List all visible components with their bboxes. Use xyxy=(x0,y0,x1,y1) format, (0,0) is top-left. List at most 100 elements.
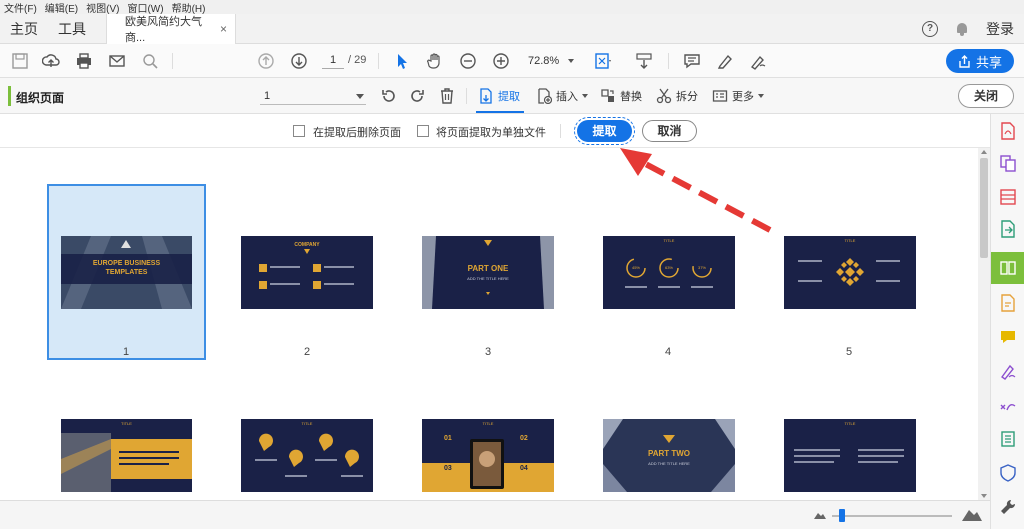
page-thumbnail-3[interactable]: PART ONE ADD THE TITLE HERE xyxy=(422,236,554,309)
tab-tools[interactable]: 工具 xyxy=(48,19,96,39)
zoom-large-thumbnails-icon[interactable] xyxy=(962,507,982,521)
rotate-right-icon[interactable] xyxy=(408,87,426,105)
slide-1-title: EUROPE BUSINESS xyxy=(92,260,161,267)
rotate-left-icon[interactable] xyxy=(380,87,398,105)
page-thumbnail-10[interactable]: TITLE xyxy=(784,419,916,492)
fill-sign-icon[interactable] xyxy=(999,362,1017,380)
extract-tool[interactable]: 提取 xyxy=(478,87,520,105)
request-signatures-icon[interactable] xyxy=(999,396,1017,414)
page-thumbnail-4[interactable]: TITLE 45% 63% 37% xyxy=(603,236,735,309)
page-thumbnail-7[interactable]: TITLE xyxy=(241,419,373,492)
slide-4-stat-1: 45% xyxy=(631,265,640,270)
cloud-upload-icon[interactable] xyxy=(42,52,60,70)
share-icon xyxy=(959,54,970,68)
page-number-1: 1 xyxy=(122,346,130,358)
thumbnail-size-slider[interactable] xyxy=(832,515,952,517)
slide-6-graphics xyxy=(61,433,192,492)
mail-icon[interactable] xyxy=(108,52,126,70)
page-thumbnail-2[interactable]: COMPANY xyxy=(241,236,373,309)
page-thumbnail-1[interactable]: EUROPE BUSINESS TEMPLATES xyxy=(61,236,192,309)
protect-shield-icon[interactable] xyxy=(999,464,1017,482)
create-pdf-icon[interactable] xyxy=(999,122,1017,140)
zoom-in-icon[interactable] xyxy=(492,52,510,70)
split-tool-label: 拆分 xyxy=(676,91,698,103)
zoom-small-thumbnails-icon[interactable] xyxy=(814,511,826,519)
export-pdf-icon[interactable] xyxy=(999,220,1017,238)
menu-file[interactable]: 文件(F) xyxy=(4,0,37,15)
thumbnail-size-slider-handle[interactable] xyxy=(839,509,845,522)
page-thumbnail-9[interactable]: PART TWO ADD THE TITLE HERE xyxy=(603,419,735,492)
close-tab-icon[interactable]: × xyxy=(220,22,227,36)
tab-document[interactable]: 欧美风简约大气商... × xyxy=(106,14,236,44)
page-range-select[interactable]: 1 xyxy=(260,87,366,105)
comment-tool-icon[interactable] xyxy=(999,328,1017,346)
slide-7-graphics xyxy=(255,433,363,477)
sign-icon[interactable] xyxy=(749,52,767,70)
delete-after-extract-label: 在提取后删除页面 xyxy=(313,127,401,139)
page-number-2: 2 xyxy=(303,346,311,358)
menu-edit[interactable]: 编辑(E) xyxy=(45,0,78,15)
slide-5-graphics xyxy=(798,258,900,286)
delete-after-extract-checkbox[interactable] xyxy=(293,125,305,137)
slide-4-graphics xyxy=(625,258,713,288)
page-range-value: 1 xyxy=(264,90,271,102)
bell-icon[interactable] xyxy=(956,22,968,36)
save-icon[interactable] xyxy=(11,52,29,70)
close-organize-button[interactable]: 关闭 xyxy=(958,84,1014,108)
select-cursor-icon[interactable] xyxy=(393,52,411,70)
slide-1-title-2: TEMPLATES xyxy=(105,269,148,276)
vertical-scrollbar[interactable] xyxy=(978,148,990,500)
thumbnail-zoom-bar xyxy=(0,500,990,529)
search-icon[interactable] xyxy=(141,52,159,70)
split-tool[interactable]: 拆分 xyxy=(656,87,698,105)
tab-home[interactable]: 主页 xyxy=(0,19,48,39)
highlight-pen-icon[interactable] xyxy=(716,52,734,70)
more-tool[interactable]: 更多 xyxy=(712,87,764,105)
insert-tool[interactable]: 插入 xyxy=(536,87,588,105)
slide-8-num-3: 03 xyxy=(444,465,452,472)
combine-files-icon[interactable] xyxy=(999,154,1017,172)
extract-options-bar: 在提取后删除页面 将页面提取为单独文件 提取 取消 xyxy=(0,114,990,148)
wrench-icon[interactable] xyxy=(999,498,1017,516)
share-button[interactable]: 共享 xyxy=(946,49,1014,73)
toolbar-divider xyxy=(172,53,173,69)
compress-pdf-icon[interactable] xyxy=(999,430,1017,448)
zoom-level-select[interactable]: 72.8% xyxy=(524,52,576,70)
page-thumbnail-5[interactable]: TITLE xyxy=(784,236,916,309)
organize-layout-icon[interactable] xyxy=(999,188,1017,206)
organize-pages-icon[interactable] xyxy=(999,259,1017,277)
scrollbar-thumb[interactable] xyxy=(980,158,988,258)
replace-tool[interactable]: 替换 xyxy=(600,87,642,105)
help-icon[interactable]: ? xyxy=(922,21,938,37)
print-icon[interactable] xyxy=(75,52,93,70)
insert-tool-label: 插入 xyxy=(556,91,578,103)
delete-icon[interactable] xyxy=(438,87,456,105)
scroll-down-arrow-icon[interactable] xyxy=(981,494,987,498)
hand-tool-icon[interactable] xyxy=(426,52,444,70)
chevron-down-icon xyxy=(582,94,588,98)
menu-view[interactable]: 视图(V) xyxy=(86,0,119,15)
comment-icon[interactable] xyxy=(683,52,701,70)
cancel-button[interactable]: 取消 xyxy=(642,120,697,142)
scroll-mode-icon[interactable] xyxy=(635,52,653,70)
extract-button[interactable]: 提取 xyxy=(574,117,635,145)
login-link[interactable]: 登录 xyxy=(986,19,1014,39)
scroll-up-arrow-icon[interactable] xyxy=(981,150,987,154)
page-thumbnail-8[interactable]: 01 02 03 04 TITLE xyxy=(422,419,554,492)
page-number-5: 5 xyxy=(845,346,853,358)
organize-toolbar: 组织页面 1 提取 插入 替换 拆分 更多 关闭 xyxy=(0,78,1024,114)
fit-page-icon[interactable] xyxy=(594,52,612,70)
next-page-icon[interactable] xyxy=(290,52,308,70)
edit-pdf-icon[interactable] xyxy=(999,294,1017,312)
page-number-input[interactable]: 1 xyxy=(322,52,344,69)
page-thumbnail-6[interactable]: TITLE xyxy=(61,419,192,492)
page-number-3: 3 xyxy=(484,346,492,358)
prev-page-icon[interactable] xyxy=(257,52,275,70)
slide-4-stat-3: 37% xyxy=(697,265,706,270)
extract-separate-files-checkbox[interactable] xyxy=(417,125,429,137)
main-toolbar: 1 / 29 72.8% 共享 xyxy=(0,44,1024,78)
menu-bar: 文件(F) 编辑(E) 视图(V) 窗口(W) 帮助(H) xyxy=(0,0,1024,15)
slide-10-graphics xyxy=(794,449,904,463)
zoom-out-icon[interactable] xyxy=(459,52,477,70)
extract-bar-divider xyxy=(560,124,561,138)
